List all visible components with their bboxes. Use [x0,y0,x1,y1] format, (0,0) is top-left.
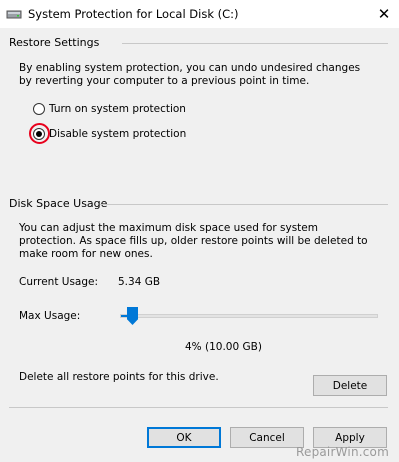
disk-space-description: You can adjust the maximum disk space us… [19,222,368,260]
group-divider [122,43,388,44]
cancel-button[interactable]: Cancel [230,427,304,448]
delete-description: Delete all restore points for this drive… [19,371,219,383]
ok-button[interactable]: OK [147,427,221,448]
close-icon: ✕ [377,5,391,23]
watermark: RepairWin.com [295,445,389,459]
current-usage-label: Current Usage: [19,276,99,288]
group-divider [100,204,388,205]
restore-settings-description: By enabling system protection, you can u… [19,62,361,87]
turn-on-protection-label: Turn on system protection [49,103,186,115]
max-usage-slider-thumb[interactable] [127,307,138,325]
disable-protection-label: Disable system protection [49,128,187,140]
delete-button[interactable]: Delete [313,375,387,396]
drive-icon [6,10,22,19]
restore-settings-title: Restore Settings [9,36,100,49]
window-title: System Protection for Local Disk (C:) [28,7,239,21]
turn-on-protection-option[interactable]: Turn on system protection [33,101,186,117]
footer-divider [9,407,388,408]
disable-protection-option[interactable]: Disable system protection [33,126,186,142]
disk-space-usage-title: Disk Space Usage [9,197,108,210]
max-usage-label: Max Usage: [19,310,81,322]
close-button[interactable]: ✕ [369,0,399,28]
current-usage-value: 5.34 GB [118,276,161,288]
title-bar: System Protection for Local Disk (C:) ✕ [0,0,399,28]
max-usage-slider-track[interactable] [120,314,378,318]
radio-turn-on[interactable] [33,103,45,115]
radio-disable[interactable] [33,128,45,140]
max-usage-value: 4% (10.00 GB) [185,341,262,353]
